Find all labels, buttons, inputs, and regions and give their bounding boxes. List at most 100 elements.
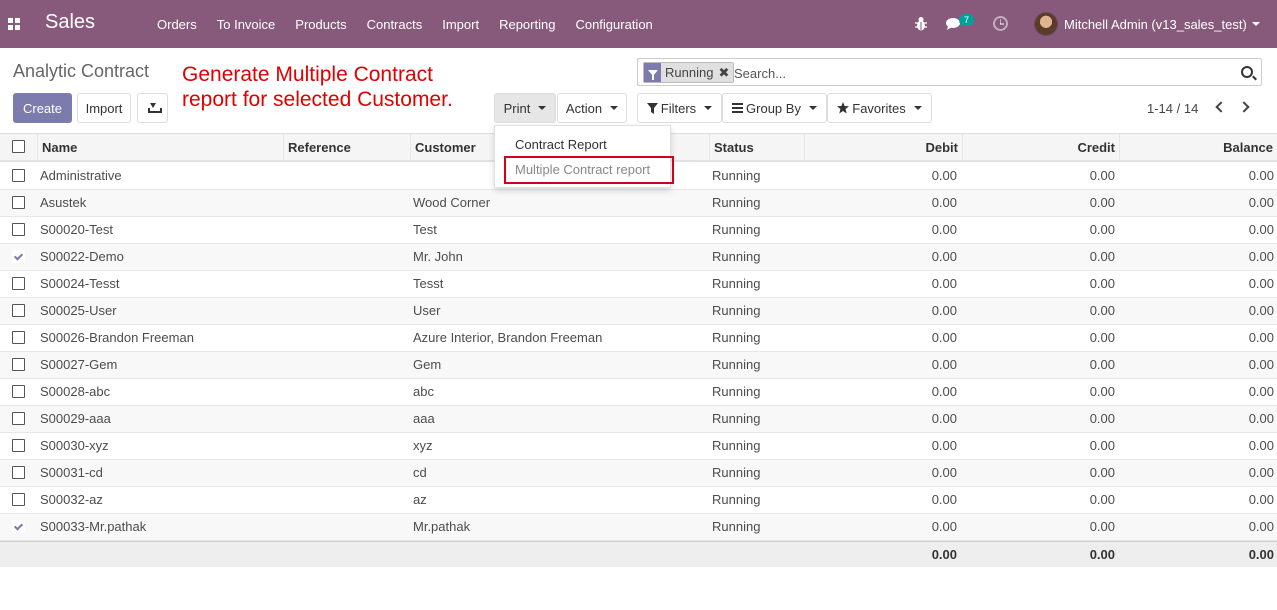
cell-name: S00029-aaa: [40, 411, 111, 426]
filters-label: Filters: [660, 100, 697, 116]
row-checkbox[interactable]: [12, 412, 25, 425]
pager-value[interactable]: 1-14 / 14: [1147, 101, 1198, 116]
row-checkbox[interactable]: [12, 223, 25, 236]
cell-name: S00028-abc: [40, 384, 111, 399]
row-checkbox[interactable]: [12, 250, 25, 263]
cell-debit: 0.00: [931, 519, 957, 534]
table-row[interactable]: S00031-cd cd Running 0.00 0.00 0.00: [0, 460, 1277, 487]
table-row[interactable]: S00026-Brandon Freeman Azure Interior, Br…: [0, 325, 1277, 352]
user-menu-name[interactable]: Mitchell Admin (v13_sales_test): [1064, 17, 1247, 32]
cell-credit: 0.00: [1089, 411, 1115, 426]
user-menu-caret-icon[interactable]: [1252, 22, 1260, 26]
cell-customer: Azure Interior, Brandon Freeman: [413, 330, 603, 345]
row-checkbox[interactable]: [12, 169, 25, 182]
row-checkbox[interactable]: [12, 385, 25, 398]
row-checkbox[interactable]: [12, 520, 25, 533]
print-button[interactable]: Print: [494, 93, 556, 123]
clock-icon[interactable]: [993, 16, 1008, 31]
star-icon: [837, 102, 850, 114]
menu-import[interactable]: Import: [432, 17, 489, 32]
table-row[interactable]: S00020-Test Test Running 0.00 0.00 0.00: [0, 217, 1277, 244]
column-credit[interactable]: Credit: [962, 134, 1119, 161]
cell-balance: 0.00: [1248, 168, 1274, 183]
row-checkbox[interactable]: [12, 358, 25, 371]
caret-down-icon: [610, 106, 619, 110]
breadcrumb: Analytic Contract: [13, 61, 150, 81]
table-row[interactable]: S00033-Mr.pathak Mr.pathak Running 0.00 0.00…: [0, 514, 1277, 541]
import-button[interactable]: Import: [77, 93, 131, 123]
column-reference[interactable]: Reference: [283, 134, 410, 161]
cell-status: Running: [712, 303, 761, 318]
column-debit[interactable]: Debit: [804, 134, 962, 161]
cell-customer: abc: [413, 384, 434, 399]
cell-status: Running: [712, 465, 761, 480]
select-all-checkbox[interactable]: [12, 140, 25, 153]
download-button[interactable]: [137, 93, 168, 123]
row-checkbox[interactable]: [12, 304, 25, 317]
total-balance: 0.00: [1248, 547, 1274, 562]
user-avatar[interactable]: [1034, 12, 1058, 36]
favorites-button[interactable]: Favorites: [827, 93, 932, 123]
row-checkbox[interactable]: [12, 331, 25, 344]
menu-item-contract-report[interactable]: Contract Report: [515, 137, 607, 152]
column-balance[interactable]: Balance: [1119, 134, 1277, 161]
cell-credit: 0.00: [1089, 195, 1115, 210]
apps-menu-icon[interactable]: [8, 18, 20, 30]
top-navbar: Sales Orders To Invoice Products Contrac…: [0, 0, 1277, 48]
cell-status: Running: [712, 168, 761, 183]
row-checkbox[interactable]: [12, 493, 25, 506]
cell-balance: 0.00: [1248, 249, 1274, 264]
table-row[interactable]: S00027-Gem Gem Running 0.00 0.00 0.00: [0, 352, 1277, 379]
table-row[interactable]: S00022-Demo Mr. John Running 0.00 0.00 0.00: [0, 244, 1277, 271]
pager-next-icon[interactable]: [1238, 101, 1250, 113]
group-by-button[interactable]: Group By: [722, 93, 827, 123]
cell-credit: 0.00: [1089, 384, 1115, 399]
cell-name: S00032-az: [40, 492, 103, 507]
cell-balance: 0.00: [1248, 411, 1274, 426]
cell-balance: 0.00: [1248, 519, 1274, 534]
table-row[interactable]: S00032-az az Running 0.00 0.00 0.00: [0, 487, 1277, 514]
search-facet: Running ✖: [643, 62, 735, 83]
menu-contracts[interactable]: Contracts: [357, 17, 433, 32]
facet-remove-icon[interactable]: ✖: [716, 63, 734, 82]
search-icon[interactable]: [1241, 66, 1253, 78]
menu-to-invoice[interactable]: To Invoice: [207, 17, 286, 32]
cell-debit: 0.00: [931, 492, 957, 507]
cell-status: Running: [712, 276, 761, 291]
create-button[interactable]: Create: [13, 93, 72, 123]
row-checkbox[interactable]: [12, 439, 25, 452]
cell-customer: az: [413, 492, 427, 507]
action-button[interactable]: Action: [557, 93, 627, 123]
cell-name: S00020-Test: [40, 222, 113, 237]
cell-debit: 0.00: [931, 168, 957, 183]
row-checkbox[interactable]: [12, 466, 25, 479]
menu-orders[interactable]: Orders: [147, 17, 207, 32]
search-input[interactable]: [734, 63, 1214, 83]
cell-name: S00030-xyz: [40, 438, 109, 453]
bug-icon[interactable]: [914, 16, 928, 32]
cell-customer: Gem: [413, 357, 442, 372]
table-row[interactable]: S00025-User User Running 0.00 0.00 0.00: [0, 298, 1277, 325]
cell-name: S00025-User: [40, 303, 117, 318]
column-name[interactable]: Name: [37, 134, 283, 161]
row-checkbox[interactable]: [12, 196, 25, 209]
table-row[interactable]: S00024-Tesst Tesst Running 0.00 0.00 0.00: [0, 271, 1277, 298]
cell-status: Running: [712, 438, 761, 453]
row-checkbox[interactable]: [12, 277, 25, 290]
column-status[interactable]: Status: [709, 134, 804, 161]
cell-status: Running: [712, 519, 761, 534]
filters-button[interactable]: Filters: [637, 93, 722, 123]
cell-debit: 0.00: [931, 195, 957, 210]
table-row[interactable]: S00029-aaa aaa Running 0.00 0.00 0.00: [0, 406, 1277, 433]
caret-down-icon: [913, 106, 922, 110]
menu-configuration[interactable]: Configuration: [565, 17, 662, 32]
pager-previous-icon[interactable]: [1215, 101, 1227, 113]
app-brand[interactable]: Sales: [45, 11, 95, 34]
menu-products[interactable]: Products: [285, 17, 356, 32]
table-row[interactable]: S00030-xyz xyz Running 0.00 0.00 0.00: [0, 433, 1277, 460]
table-row[interactable]: Asustek Wood Corner Running 0.00 0.00 0.00: [0, 190, 1277, 217]
table-row[interactable]: S00028-abc abc Running 0.00 0.00 0.00: [0, 379, 1277, 406]
menu-reporting[interactable]: Reporting: [489, 17, 565, 32]
filter-icon: [644, 63, 661, 82]
cell-name: S00022-Demo: [40, 249, 124, 264]
